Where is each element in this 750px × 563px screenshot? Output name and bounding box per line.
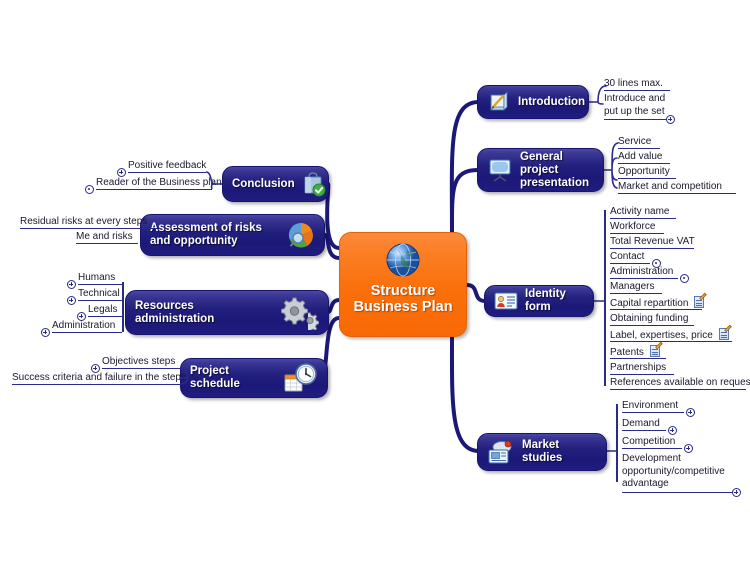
- gears-icon: [279, 296, 320, 333]
- leaf-30-lines-max[interactable]: 30 lines max.: [604, 78, 670, 92]
- expand-marker[interactable]: [684, 444, 693, 453]
- leaf-obtaining-funding[interactable]: Obtaining funding: [610, 313, 694, 327]
- leaf-capital-repartition[interactable]: Capital repartition: [610, 292, 708, 311]
- spine-identity-form: [604, 210, 606, 386]
- note-icon[interactable]: [649, 341, 663, 357]
- leaf-administration[interactable]: Administration: [610, 266, 689, 283]
- note-icon[interactable]: [694, 292, 708, 308]
- leaf-me-and-risks[interactable]: Me and risks: [76, 231, 138, 245]
- branch-node-conclusion[interactable]: Conclusion: [222, 166, 329, 202]
- leaf-activity-name[interactable]: Activity name: [610, 206, 676, 220]
- note-icon[interactable]: [718, 324, 732, 340]
- branch-node-project-schedule[interactable]: Project schedule: [180, 358, 328, 398]
- leaf-competition[interactable]: Competition: [622, 436, 693, 453]
- expand-marker[interactable]: [668, 426, 677, 435]
- branch-node-resources-administration[interactable]: Resources administration: [125, 290, 329, 335]
- leaf-environment[interactable]: Environment: [622, 400, 695, 417]
- bag-check-icon: [302, 171, 326, 197]
- pie-chart-icon: [287, 221, 315, 249]
- leaf-workforce[interactable]: Workforce: [610, 221, 664, 235]
- central-node[interactable]: Structure Business Plan: [339, 232, 467, 337]
- leaf-opportunity[interactable]: Opportunity: [618, 166, 676, 180]
- leaf-legals[interactable]: Legals: [77, 304, 122, 321]
- leaf-total-revenue-vat[interactable]: Total Revenue VAT: [610, 236, 695, 250]
- branch-label: Assessment of risks and opportunity: [150, 222, 262, 247]
- leaf-reader-of-the-business-plan[interactable]: Reader of the Business plan: [85, 177, 222, 194]
- globe-icon: [384, 241, 422, 279]
- central-node-label: Structure Business Plan: [353, 283, 453, 315]
- branch-label: Market studies: [522, 439, 563, 464]
- leaf-success-criteria-and-failure-in-the-steps[interactable]: Success criteria and failure in the step…: [12, 372, 186, 386]
- mindmap-canvas: Structure Business Plan Introduction 30 …: [0, 0, 750, 563]
- leaf-demand[interactable]: Demand: [622, 418, 677, 435]
- branch-label: Resources administration: [135, 299, 215, 325]
- clock-calendar-icon: [284, 362, 318, 394]
- branch-node-assessment-of-risks-and-opportunity[interactable]: Assessment of risks and opportunity: [140, 214, 325, 256]
- id-card-icon: [494, 291, 518, 311]
- branch-label: Introduction: [518, 95, 586, 108]
- spine-resources: [122, 282, 124, 332]
- expand-marker[interactable]: [41, 328, 50, 337]
- leaf-positive-feedback[interactable]: Positive feedback: [117, 160, 206, 177]
- collapse-marker[interactable]: [85, 185, 94, 194]
- expand-marker[interactable]: [732, 488, 741, 497]
- branch-label: Conclusion: [232, 177, 295, 190]
- leaf-humans[interactable]: Humans: [67, 272, 122, 289]
- leaf-add-value[interactable]: Add value: [618, 151, 670, 165]
- collapse-marker[interactable]: [680, 274, 689, 283]
- branch-label: General project presentation: [520, 150, 590, 189]
- branch-label: Identity form: [525, 288, 566, 313]
- leaf-partnerships[interactable]: Partnerships: [610, 362, 674, 376]
- spine-market-studies: [616, 404, 618, 482]
- branch-node-identity-form[interactable]: Identity form: [484, 285, 594, 317]
- leaf-contact[interactable]: Contact: [610, 251, 661, 268]
- leaf-objectives-steps[interactable]: Objectives steps: [91, 356, 180, 373]
- branch-node-market-studies[interactable]: Market studies: [477, 433, 607, 471]
- leaf-managers[interactable]: Managers: [610, 281, 662, 295]
- leaf-administration-resources[interactable]: Administration: [41, 320, 122, 337]
- branch-label: Project schedule: [190, 365, 240, 390]
- leaf-references-available-on-request[interactable]: References available on request: [610, 377, 750, 391]
- expand-marker[interactable]: [686, 408, 695, 417]
- leaf-service[interactable]: Service: [618, 136, 660, 150]
- leaf-residual-risks-at-every-steps[interactable]: Residual risks at every steps: [20, 216, 158, 230]
- leaf-market-and-competition[interactable]: Market and competition: [618, 181, 736, 195]
- leaf-development-opportunity-competitive-advantage[interactable]: Development opportunity/competitive adva…: [622, 453, 741, 497]
- market-monitor-icon: [487, 439, 515, 465]
- expand-marker[interactable]: [666, 115, 675, 124]
- expand-marker[interactable]: [67, 296, 76, 305]
- leaf-introduce-and-put-up-the-set[interactable]: Introduce and put up the set: [604, 93, 675, 124]
- branch-node-introduction[interactable]: Introduction: [477, 85, 589, 119]
- expand-marker[interactable]: [67, 280, 76, 289]
- presentation-screen-icon: [487, 157, 513, 183]
- notepad-pencil-icon: [487, 90, 511, 114]
- leaf-technical[interactable]: Technical: [67, 288, 122, 305]
- leaf-label-expertises-price[interactable]: Label, expertises, price: [610, 324, 732, 343]
- expand-marker[interactable]: [117, 168, 126, 177]
- leaf-patents[interactable]: Patents: [610, 341, 666, 360]
- branch-node-general-project-presentation[interactable]: General project presentation: [477, 148, 604, 192]
